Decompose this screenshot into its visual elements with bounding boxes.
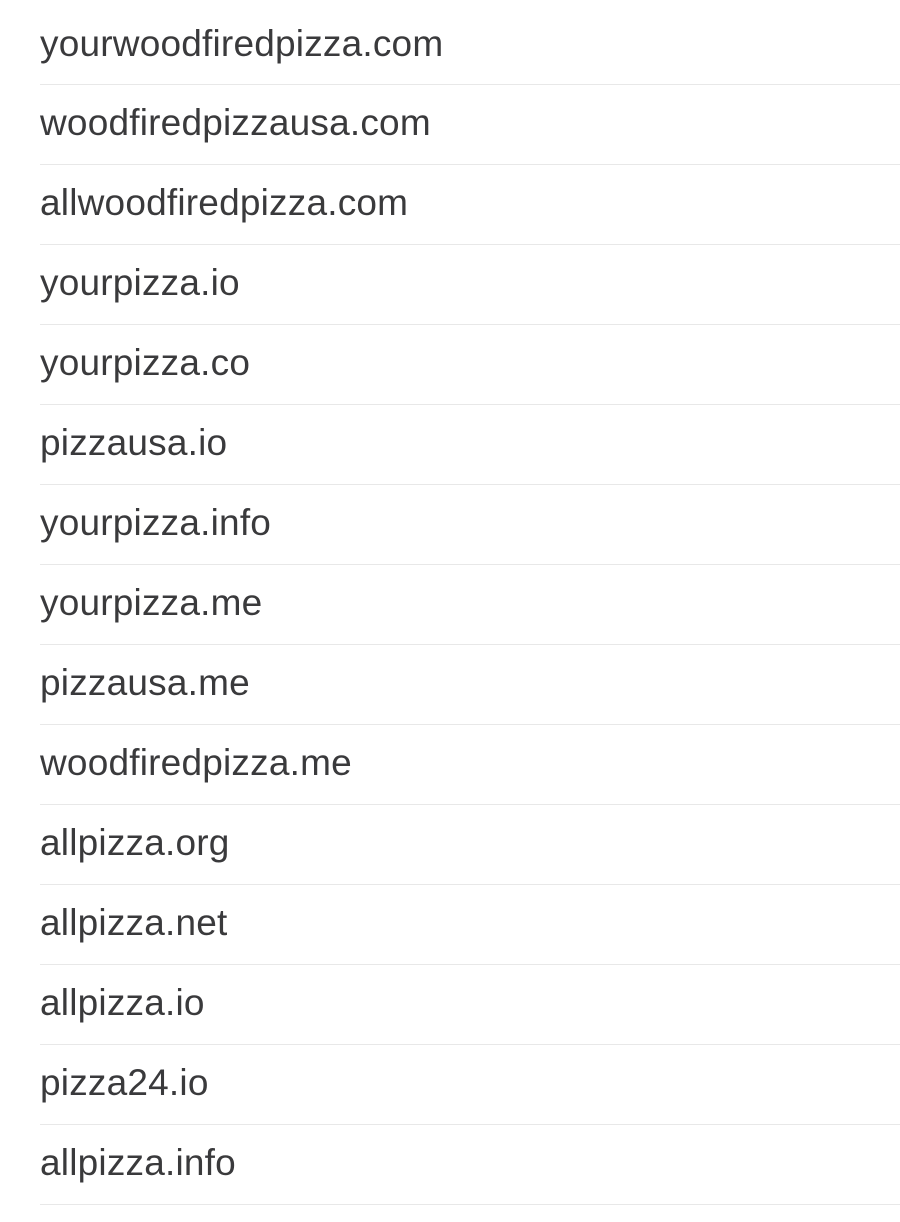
domain-name: pizza24.io [40,1061,209,1103]
domain-list-item[interactable]: allwoodfiredpizza.com [40,165,900,245]
domain-name: allpizza.net [40,901,228,943]
domain-list-item[interactable]: yourpizza.me [40,565,900,645]
domain-name: allpizza.org [40,821,230,863]
domain-list-item[interactable]: yourpizza.io [40,245,900,325]
domain-name: allpizza.io [40,981,205,1023]
domain-list-item[interactable]: pizzausa.me [40,645,900,725]
domain-name: allwoodfiredpizza.com [40,181,409,223]
domain-suggestion-list: yourwoodfiredpizza.com woodfiredpizzausa… [0,0,900,1205]
domain-name: yourpizza.me [40,581,263,623]
domain-list-item[interactable]: allpizza.net [40,885,900,965]
domain-name: woodfiredpizza.me [40,741,352,783]
domain-list-item[interactable]: allpizza.io [40,965,900,1045]
domain-list-item[interactable]: yourpizza.co [40,325,900,405]
domain-name: yourpizza.info [40,501,272,543]
domain-list-item[interactable]: woodfiredpizzausa.com [40,85,900,165]
domain-name: woodfiredpizzausa.com [40,101,431,143]
domain-list-item[interactable]: yourwoodfiredpizza.com [40,0,900,85]
domain-list-item[interactable]: allpizza.org [40,805,900,885]
domain-name: allpizza.info [40,1141,236,1183]
domain-name: yourpizza.co [40,341,251,383]
domain-list-item[interactable]: woodfiredpizza.me [40,725,900,805]
domain-name: yourpizza.io [40,261,240,303]
domain-list-item[interactable]: pizza24.io [40,1045,900,1125]
domain-list-item[interactable]: pizzausa.io [40,405,900,485]
domain-name: pizzausa.io [40,421,228,463]
domain-name: yourwoodfiredpizza.com [40,23,444,64]
domain-list-item[interactable]: allpizza.info [40,1125,900,1205]
domain-list-item[interactable]: yourpizza.info [40,485,900,565]
domain-name: pizzausa.me [40,661,250,703]
